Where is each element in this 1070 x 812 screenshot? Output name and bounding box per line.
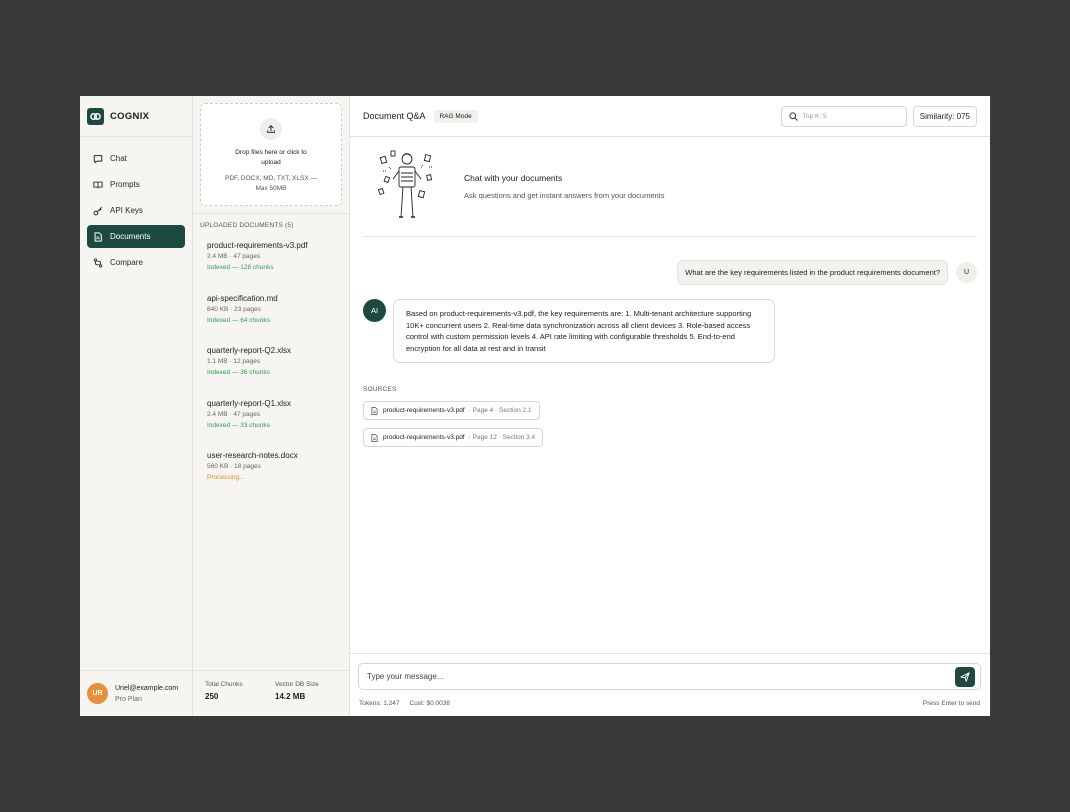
ai-message-bubble: Based on product-requirements-v3.pdf, th… [393,299,775,363]
sidebar-item-label: Chat [110,154,127,163]
sidebar-item-compare[interactable]: Compare [87,251,185,274]
document-meta: 840 KB · 23 pages [207,305,261,313]
page-title: Document Q&A [363,111,426,121]
chat-header: Document Q&A RAG Mode Similarity: 075 [350,96,990,137]
message-input-box[interactable] [358,663,981,690]
sources-section: SOURCES product-requirements-v3.pdf · Pa… [363,386,544,447]
empty-state-hero: Chat with your documents Ask questions a… [363,137,977,237]
token-count: Tokens: 1,247 [359,700,400,707]
total-chunks-value: 250 [205,692,219,701]
document-meta: 2.4 MB · 47 pages [207,253,261,260]
sidebar-item-label: API Keys [110,206,143,215]
document-meta: 1.1 MB · 12 pages [207,358,261,365]
sidebar-item-api-keys[interactable]: API Keys [87,199,185,222]
document-icon [94,231,102,242]
dropzone-text: Drop files here or click to upload [235,149,307,166]
send-hint: Press Enter to send [922,700,980,707]
document-status: Processing... [207,474,245,481]
documents-panel: Drop files here or click to upload PDF, … [193,96,350,716]
file-icon [371,406,378,415]
document-status: Indexed — 128 chunks [207,264,274,271]
top-k-field[interactable] [780,105,907,127]
user-message: What are the key requirements listed in … [677,260,977,285]
hero-title: Chat with your documents [464,173,563,183]
document-status: Indexed — 64 chunks [207,316,270,324]
brand-name: COGNIX [110,110,150,122]
upload-dropzone[interactable]: Drop files here or click to upload PDF, … [200,103,342,206]
sidebar-item-chat[interactable]: Chat [87,147,185,170]
avatar: UR [87,683,108,704]
stat-label: Total Chunks [205,681,243,688]
key-icon [93,206,103,215]
list-item[interactable]: product-requirements-v3.pdf 2.4 MB · 47 … [207,241,349,294]
source-file: product-requirements-v3.pdf [383,434,465,441]
sources-label: SOURCES [363,386,397,393]
chat-icon [93,154,103,163]
message-input[interactable] [367,672,955,681]
document-list: product-requirements-v3.pdf 2.4 MB · 47 … [193,229,349,504]
list-item[interactable]: api-specification.md 840 KB · 23 pages I… [207,294,349,347]
document-meta: 560 KB · 18 pages [207,463,261,470]
sidebar-item-label: Compare [110,258,143,267]
list-item[interactable]: quarterly-report-Q1.xlsx 2.4 MB · 47 pag… [207,399,349,452]
user-email: Uriel@example.com [115,684,179,692]
source-location: · Page 12 · Section 3.4 [468,434,536,441]
ai-message: AI Based on product-requirements-v3.pdf,… [363,299,775,363]
ai-avatar: AI [363,299,386,322]
document-status: Indexed — 36 chunks [207,369,270,376]
list-item[interactable]: quarterly-report-Q2.xlsx 1.1 MB · 12 pag… [207,346,349,399]
top-k-input[interactable] [802,112,898,120]
stat-label: Vector DB Size [275,681,319,688]
source-file: product-requirements-v3.pdf [383,407,465,414]
dropzone-formats: PDF, DOCX, MD, TXT, XLSX — Max 50MB [225,175,317,192]
index-stats: Total Chunks 250 Vector DB Size 14.2 MB [193,670,349,716]
mode-badge[interactable]: RAG Mode [433,109,478,123]
send-icon [960,671,970,682]
cognix-logo-icon [87,107,104,125]
search-icon [789,111,798,121]
documents-header: UPLOADED DOCUMENTS (5) [200,222,294,229]
compare-icon [93,257,103,268]
sidebar-item-prompts[interactable]: Prompts [87,173,185,196]
cost-estimate: Cost: $0.0038 [409,700,450,707]
vector-db-size-value: 14.2 MB [275,692,306,701]
user-profile[interactable]: UR Uriel@example.com Pro Plan [80,670,192,716]
hero-subtitle: Ask questions and get instant answers fr… [464,191,665,200]
source-location: · Page 4 · Section 2.1 [468,407,532,414]
user-message-bubble: What are the key requirements listed in … [677,260,948,285]
sidebar: COGNIX Chat Prompts API Keys Documents C… [80,96,193,716]
source-citation[interactable]: product-requirements-v3.pdf · Page 12 · … [363,428,544,447]
sidebar-nav: Chat Prompts API Keys Documents Compare [80,137,192,284]
app-window: COGNIX Chat Prompts API Keys Documents C… [80,96,990,716]
document-name: quarterly-report-Q2.xlsx [207,346,292,355]
document-name: quarterly-report-Q1.xlsx [207,398,292,408]
source-citation[interactable]: product-requirements-v3.pdf · Page 4 · S… [363,401,540,420]
document-status: Indexed — 33 chunks [207,421,270,429]
user-avatar: U [956,262,977,283]
sidebar-item-label: Documents [110,232,151,241]
book-icon [93,181,103,188]
sidebar-item-label: Prompts [110,180,140,189]
sidebar-item-documents[interactable]: Documents [87,225,185,248]
user-plan: Pro Plan [115,695,142,703]
message-composer: Tokens: 1,247 Cost: $0.0038 Press Enter … [350,653,990,716]
list-item[interactable]: user-research-notes.docx 560 KB · 18 pag… [207,451,349,504]
file-icon [371,433,378,442]
document-name: user-research-notes.docx [207,451,298,460]
person-reading-illustration [377,150,433,218]
send-button[interactable] [955,666,975,687]
document-name: api-specification.md [207,293,278,303]
document-name: product-requirements-v3.pdf [207,241,308,250]
similarity-button[interactable]: Similarity: 075 [912,105,977,127]
upload-icon [260,118,282,140]
chat-main: Document Q&A RAG Mode Similarity: 075 [350,96,990,716]
brand: COGNIX [80,96,192,137]
document-meta: 2.4 MB · 47 pages [207,410,261,418]
